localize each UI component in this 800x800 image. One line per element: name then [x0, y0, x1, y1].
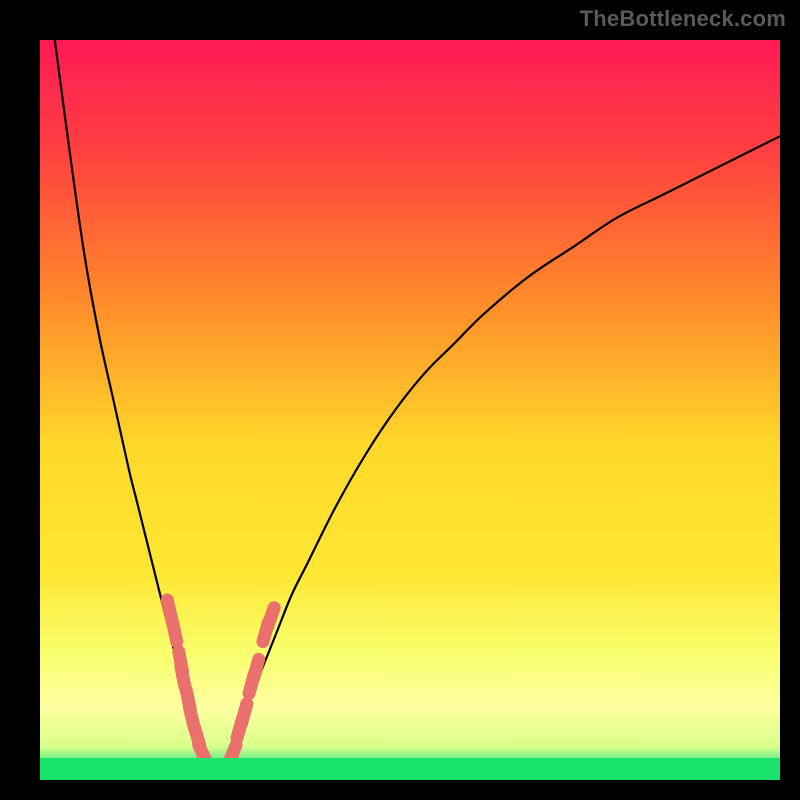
watermark-text: TheBottleneck.com	[580, 6, 786, 32]
marker-group	[167, 600, 274, 772]
chart-container: TheBottleneck.com	[0, 0, 800, 800]
marker-point	[242, 704, 247, 723]
marker-point	[268, 608, 275, 627]
marker-point	[173, 622, 177, 642]
curve-layer	[40, 40, 780, 780]
plot-area	[40, 40, 780, 780]
optimal-zone-strip	[40, 758, 780, 780]
marker-point	[253, 659, 258, 678]
curve-left-branch	[55, 40, 218, 780]
curve-right-branch	[218, 136, 780, 780]
